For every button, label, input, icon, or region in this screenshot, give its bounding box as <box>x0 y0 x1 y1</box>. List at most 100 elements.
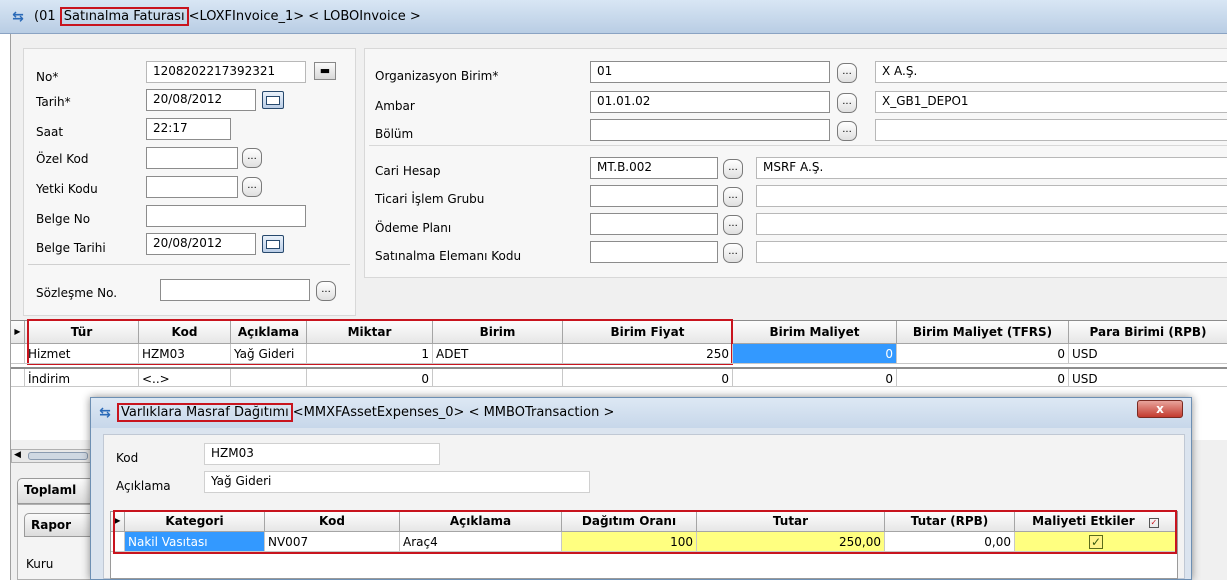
special-code-label: Özel Kod <box>36 152 89 166</box>
cell-unit-price[interactable]: 250 <box>563 344 733 363</box>
auth-code-lookup-button[interactable]: ... <box>242 177 262 197</box>
window-title: (01 Satınalma Faturası <LOXFInvoice_1> < … <box>34 7 421 26</box>
col-header-unit-cost[interactable]: Birim Maliyet <box>733 321 897 343</box>
cell-unit-cost[interactable]: 0 <box>733 344 897 363</box>
dialog-kod-field[interactable]: HZM03 <box>204 443 440 465</box>
payment-lookup-button[interactable]: ... <box>723 215 743 235</box>
cell-currency[interactable]: USD <box>1069 369 1227 386</box>
doc-date-label: Belge Tarihi <box>36 241 106 255</box>
time-field[interactable]: 22:17 <box>146 118 231 140</box>
cell-desc[interactable]: Yağ Gideri <box>231 344 307 363</box>
section-divider <box>369 145 1227 146</box>
table-row[interactable]: Hizmet HZM03 Yağ Gideri 1 ADET 250 0 0 U… <box>11 344 1227 364</box>
cell-unit-price[interactable]: 0 <box>563 369 733 386</box>
cell-qty[interactable]: 0 <box>307 369 433 386</box>
totals-panel: Rapor Kuru <box>17 504 101 580</box>
warehouse-desc-field: X_GB1_DEPO1 <box>875 91 1227 113</box>
buyer-field[interactable] <box>590 241 718 263</box>
doc-no-label: Belge No <box>36 212 91 226</box>
org-lookup-button[interactable]: ... <box>837 63 857 83</box>
org-desc-field: X A.Ş. <box>875 61 1227 83</box>
no-label: No* <box>36 70 59 84</box>
doc-calendar-icon[interactable] <box>262 235 284 253</box>
horizontal-scrollbar[interactable]: ◀ <box>11 449 101 463</box>
table-row[interactable]: İndirim <..> 0 0 0 0 USD <box>11 367 1227 387</box>
account-desc-field: MSRF A.Ş. <box>756 157 1227 179</box>
cell-type[interactable]: İndirim <box>25 369 139 386</box>
dialog-app-icon: ⇆ <box>99 405 111 421</box>
dialog-title-bar: ⇆ Varlıklara Masraf Dağıtımı <MMXFAssetEx… <box>91 398 1191 428</box>
org-field[interactable]: 01 <box>590 61 830 83</box>
cell-desc[interactable] <box>231 369 307 386</box>
header-right-panel: Organizasyon Birim* 01 ... X A.Ş. Ambar … <box>364 48 1227 278</box>
highlight-box-expense-grid <box>113 510 1177 554</box>
film-icon[interactable]: ▬ <box>314 62 336 80</box>
row-indicator-header: ▶ <box>11 321 25 343</box>
dept-lookup-button[interactable]: ... <box>837 121 857 141</box>
auth-code-field[interactable] <box>146 176 238 198</box>
window-title-prefix: (01 <box>34 9 56 24</box>
doc-date-field[interactable]: 20/08/2012 <box>146 233 256 255</box>
scroll-thumb[interactable] <box>28 452 88 460</box>
account-lookup-button[interactable]: ... <box>723 159 743 179</box>
contract-label: Sözleşme No. <box>36 286 118 300</box>
account-field[interactable]: MT.B.002 <box>590 157 718 179</box>
trade-group-desc-field <box>756 185 1227 207</box>
cell-currency[interactable]: USD <box>1069 344 1227 363</box>
warehouse-lookup-button[interactable]: ... <box>837 93 857 113</box>
buyer-lookup-button[interactable]: ... <box>723 243 743 263</box>
asset-expenses-dialog: ⇆ Varlıklara Masraf Dağıtımı <MMXFAssetEx… <box>90 397 1192 580</box>
warehouse-label: Ambar <box>375 99 415 113</box>
org-label: Organizasyon Birim* <box>375 69 499 83</box>
calendar-icon[interactable] <box>262 91 284 109</box>
date-label: Tarih* <box>36 95 71 109</box>
expense-grid: ▶ Kategori Kod Açıklama Dağıtım Oranı Tu… <box>110 510 1178 579</box>
warehouse-field[interactable]: 01.01.02 <box>590 91 830 113</box>
payment-field[interactable] <box>590 213 718 235</box>
currency-rate-label: Kuru <box>26 557 54 571</box>
time-label: Saat <box>36 125 64 139</box>
payment-label: Ödeme Planı <box>375 221 452 235</box>
dialog-desc-field[interactable]: Yağ Gideri <box>204 471 590 493</box>
dialog-kod-label: Kod <box>116 451 139 465</box>
dialog-body: Kod HZM03 Açıklama Yağ Gideri ▶ Kategori… <box>103 434 1185 579</box>
cell-unit-cost[interactable]: 0 <box>733 369 897 386</box>
trade-group-lookup-button[interactable]: ... <box>723 187 743 207</box>
cell-qty[interactable]: 1 <box>307 344 433 363</box>
cell-code[interactable]: <..> <box>139 369 231 386</box>
contract-lookup-button[interactable]: ... <box>316 281 336 301</box>
special-code-field[interactable] <box>146 147 238 169</box>
cell-code[interactable]: HZM03 <box>139 344 231 363</box>
window-title-main: Satınalma Faturası <box>59 7 189 26</box>
header-left-panel: No* 1208202217392321 ▬ Tarih* 20/08/2012… <box>23 48 356 316</box>
window-title-suffix: <LOXFInvoice_1> < LOBOInvoice > <box>188 9 421 24</box>
close-button[interactable]: x <box>1137 400 1183 418</box>
cell-unit[interactable]: ADET <box>433 344 563 363</box>
col-header-unit-cost-tfrs[interactable]: Birim Maliyet (TFRS) <box>897 321 1069 343</box>
buyer-desc-field <box>756 241 1227 263</box>
dialog-desc-label: Açıklama <box>116 479 171 493</box>
special-code-lookup-button[interactable]: ... <box>242 148 262 168</box>
account-label: Cari Hesap <box>375 164 441 178</box>
dialog-title: Varlıklara Masraf Dağıtımı <MMXFAssetExpe… <box>117 403 615 422</box>
trade-group-field[interactable] <box>590 185 718 207</box>
payment-desc-field <box>756 213 1227 235</box>
dialog-title-suffix: <MMXFAssetExpenses_0> < MMBOTransaction … <box>292 405 615 420</box>
cell-unit-cost-tfrs[interactable]: 0 <box>897 369 1069 386</box>
doc-no-field[interactable] <box>146 205 306 227</box>
trade-group-label: Ticari İşlem Grubu <box>375 192 485 206</box>
no-field[interactable]: 1208202217392321 <box>146 61 306 83</box>
cell-unit-cost-tfrs[interactable]: 0 <box>897 344 1069 363</box>
dept-field[interactable] <box>590 119 830 141</box>
col-header-currency[interactable]: Para Birimi (RPB) <box>1069 321 1227 343</box>
tab-reports[interactable]: Rapor <box>24 513 98 537</box>
date-field[interactable]: 20/08/2012 <box>146 89 256 111</box>
cell-type[interactable]: Hizmet <box>25 344 139 363</box>
contract-field[interactable] <box>160 279 310 301</box>
tab-totals[interactable]: Toplaml <box>17 478 101 504</box>
auth-code-label: Yetki Kodu <box>36 182 98 196</box>
scroll-left-icon[interactable]: ◀ <box>14 450 21 460</box>
app-icon: ⇆ <box>12 9 24 25</box>
dialog-title-main: Varlıklara Masraf Dağıtımı <box>117 403 293 422</box>
cell-unit[interactable] <box>433 369 563 386</box>
